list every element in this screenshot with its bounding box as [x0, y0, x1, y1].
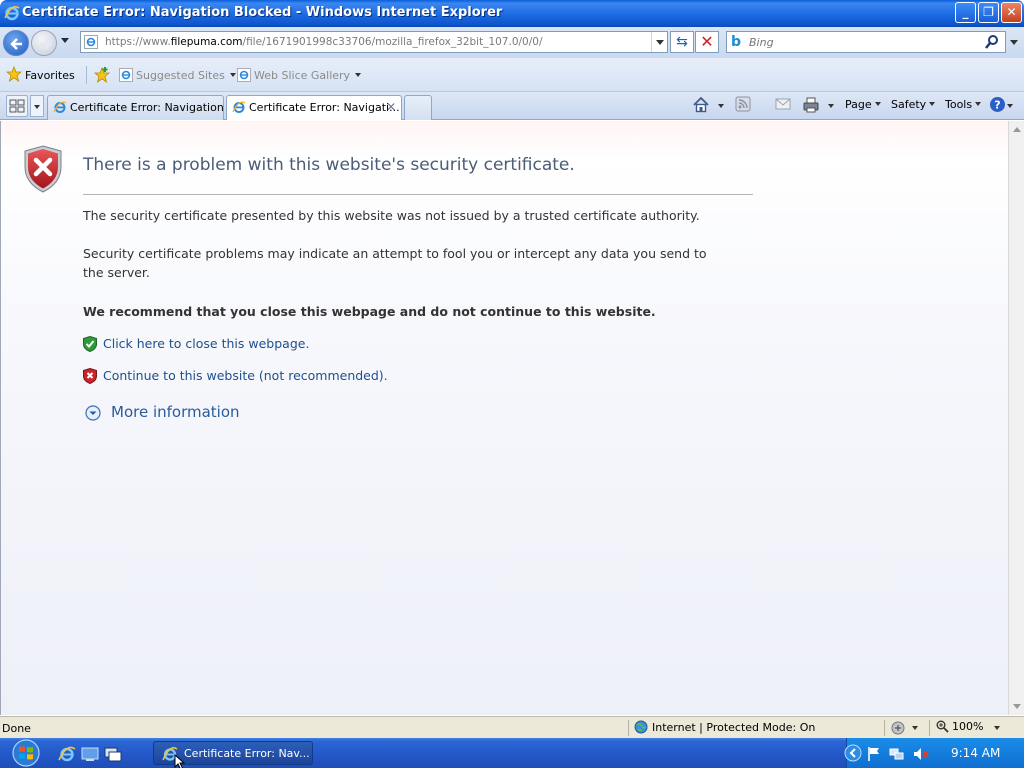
address-dropdown[interactable]: [651, 32, 667, 52]
maximize-button[interactable]: ❐: [978, 2, 999, 23]
safety-menu[interactable]: Safety: [891, 98, 936, 111]
stop-icon: ✕: [700, 32, 714, 51]
vertical-scrollbar[interactable]: [1008, 121, 1024, 715]
status-separator: [884, 720, 885, 736]
close-tab-icon[interactable]: ✕: [386, 100, 396, 114]
ie-logo-icon: [4, 5, 20, 21]
forward-arrow-icon: [40, 38, 52, 50]
read-mail-icon[interactable]: [775, 96, 791, 112]
red-shield-x-icon: [83, 368, 97, 384]
page-menu[interactable]: Page: [845, 98, 881, 111]
status-bar: Done Internet | Protected Mode: On 100%: [0, 716, 1024, 738]
favorites-separator: [86, 66, 87, 84]
page-title: There is a problem with this website's s…: [83, 155, 575, 175]
recent-pages-dropdown[interactable]: [61, 38, 69, 43]
tab-label: Certificate Error: Navigati...: [249, 101, 400, 114]
green-shield-check-icon: [83, 336, 97, 352]
quick-tabs-icon: [9, 99, 25, 113]
home-dropdown[interactable]: [718, 104, 724, 108]
star-icon: [5, 65, 23, 82]
scroll-up-icon[interactable]: [1013, 127, 1021, 132]
taskbar: Certificate Error: Nav... 9:14 AM: [0, 738, 1024, 768]
tab-list-dropdown[interactable]: [30, 95, 44, 117]
bing-logo-icon: b: [731, 34, 742, 50]
search-options-dropdown[interactable]: [1010, 40, 1018, 45]
forward-button[interactable]: [31, 30, 57, 56]
status-separator: [628, 720, 629, 736]
tab-certificate-error-1[interactable]: Certificate Error: Navigation ...: [47, 95, 224, 120]
explanation-text: The security certificate presented by th…: [83, 208, 700, 223]
title-bar: Certificate Error: Navigation Blocked - …: [0, 0, 1024, 27]
help-icon[interactable]: ?: [989, 96, 1006, 113]
clock[interactable]: 9:14 AM: [951, 746, 1000, 760]
divider: [83, 194, 753, 195]
page-icon: [84, 35, 98, 49]
search-box[interactable]: b: [726, 31, 1006, 53]
back-arrow-icon: [10, 38, 22, 50]
back-button[interactable]: [3, 30, 29, 56]
search-input[interactable]: [749, 34, 989, 50]
address-field[interactable]: https://www.filepuma.com/file/1671901998…: [80, 31, 668, 53]
expand-chevron-icon: [85, 405, 101, 421]
refresh-button[interactable]: ⇆: [670, 31, 694, 53]
feeds-icon[interactable]: [735, 96, 751, 112]
status-dropdown[interactable]: [912, 726, 918, 730]
svg-text:?: ?: [994, 99, 1000, 112]
tab-certificate-error-2[interactable]: Certificate Error: Navigati... ✕: [226, 95, 402, 120]
network-icon[interactable]: [889, 746, 905, 762]
ie-page-icon: [237, 68, 251, 82]
favorites-bar: Favorites Suggested Sites Web Slice Gall…: [0, 58, 1024, 92]
quick-tabs-button[interactable]: [6, 95, 28, 117]
show-hidden-icons-icon[interactable]: [844, 744, 862, 762]
status-text: Done: [2, 722, 31, 735]
search-icon[interactable]: [985, 34, 999, 50]
error-shield-icon: [24, 145, 62, 193]
address-toolbar: https://www.filepuma.com/file/1671901998…: [0, 27, 1024, 58]
switch-windows-icon[interactable]: [104, 745, 122, 763]
show-desktop-icon[interactable]: [81, 745, 99, 763]
change-status-icon[interactable]: [890, 720, 906, 736]
scroll-down-icon[interactable]: [1013, 704, 1021, 709]
help-dropdown[interactable]: [1007, 104, 1013, 108]
ie-page-icon: [119, 68, 133, 82]
close-window-button[interactable]: ✕: [1001, 2, 1022, 23]
zoom-level[interactable]: 100%: [936, 720, 1000, 733]
volume-muted-icon[interactable]: [913, 746, 929, 762]
window-title: Certificate Error: Navigation Blocked - …: [22, 5, 503, 20]
favorites-button[interactable]: Favorites: [5, 65, 75, 84]
tools-menu[interactable]: Tools: [945, 98, 982, 111]
ie-logo-icon: [232, 101, 246, 113]
start-button-icon[interactable]: [4, 738, 44, 768]
action-center-flag-icon[interactable]: [867, 746, 881, 762]
suggested-sites-link[interactable]: Suggested Sites: [119, 68, 236, 82]
page-content: There is a problem with this website's s…: [0, 121, 1008, 715]
tab-row: Certificate Error: Navigation ... Certif…: [0, 92, 1024, 120]
minimize-button[interactable]: _: [955, 2, 976, 23]
status-separator: [929, 720, 930, 736]
print-icon[interactable]: [802, 96, 820, 114]
ie-quicklaunch-icon[interactable]: [58, 745, 76, 763]
tab-label: Certificate Error: Navigation ...: [70, 101, 224, 114]
url-text: https://www.filepuma.com/file/1671901998…: [105, 36, 543, 48]
mouse-cursor-icon: [174, 754, 186, 768]
magnifier-icon: [936, 720, 949, 733]
home-icon[interactable]: [692, 96, 710, 114]
print-dropdown[interactable]: [828, 104, 834, 108]
add-to-favorites-icon[interactable]: [93, 66, 111, 84]
security-zone[interactable]: Internet | Protected Mode: On: [634, 720, 815, 734]
ie-logo-icon: [53, 101, 67, 113]
recommendation-text: We recommend that you close this webpage…: [83, 304, 656, 319]
system-tray: 9:14 AM: [844, 738, 1024, 768]
stop-button[interactable]: ✕: [695, 31, 719, 53]
warning-text: Security certificate problems may indica…: [83, 246, 707, 280]
new-tab-button[interactable]: [404, 95, 432, 120]
globe-icon: [634, 720, 648, 734]
web-slice-gallery-link[interactable]: Web Slice Gallery: [237, 68, 362, 82]
refresh-icon: ⇆: [676, 34, 688, 50]
